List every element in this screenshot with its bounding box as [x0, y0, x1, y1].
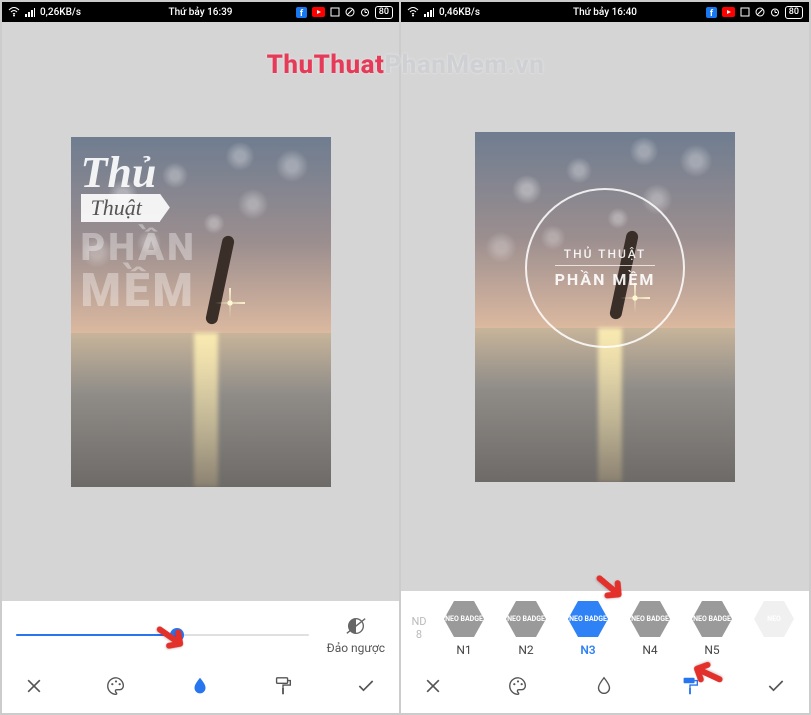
site-watermark: ThuThuatPhanMem.vn — [267, 50, 545, 80]
overlay-line1: Thủ — [81, 147, 197, 198]
box-icon — [740, 7, 750, 17]
droplet-button[interactable] — [593, 675, 615, 697]
battery-level: 80 — [785, 6, 803, 19]
style-badge-n5[interactable]: NEO BADGE N5 — [681, 599, 743, 657]
box-icon — [330, 7, 340, 17]
style-badge-n1[interactable]: NEO BADGE N1 — [433, 599, 495, 657]
style-badge-n2[interactable]: NEO BADGE N2 — [495, 599, 557, 657]
status-bar: 0,26KB/s Thứ bảy 16:39 f 80 — [2, 2, 399, 22]
phone-left: 0,26KB/s Thứ bảy 16:39 f 80 Thủ — [2, 2, 401, 713]
text-overlay[interactable]: Thủ Thuật PHẦN MỀM — [81, 147, 197, 318]
strip-prev-fragment: ND8 — [405, 615, 433, 641]
invert-label: Đảo ngược — [327, 641, 385, 655]
photo: Thủ Thuật PHẦN MỀM — [71, 137, 331, 487]
dnd-icon — [755, 7, 765, 17]
style-badge-next[interactable]: NEO — [743, 599, 805, 657]
facebook-icon: f — [296, 7, 307, 18]
droplet-button[interactable] — [189, 675, 211, 697]
invert-icon — [345, 615, 367, 637]
overlay-line4: MỀM — [81, 264, 197, 318]
overlay-line3: PHẦN — [81, 226, 197, 270]
status-bar: 0,46KB/s Thứ bảy 16:40 f 80 — [401, 2, 809, 22]
editor-canvas[interactable]: THỦ THUẬT PHẦN MỀM — [401, 22, 809, 591]
youtube-icon — [312, 7, 325, 17]
net-speed: 0,26KB/s — [40, 7, 81, 18]
overlay-line1: THỦ THUẬT — [564, 247, 646, 261]
phone-right: 0,46KB/s Thứ bảy 16:40 f 80 THỦ THUẬT — [401, 2, 809, 713]
signal-icon — [25, 7, 35, 17]
net-speed: 0,46KB/s — [439, 7, 480, 18]
watermark-part1: ThuThuat — [267, 50, 385, 80]
facebook-icon: f — [706, 7, 717, 18]
overlay-line2: Thuật — [81, 194, 160, 222]
alarm-icon — [360, 7, 370, 17]
confirm-button[interactable] — [765, 676, 787, 696]
status-clock: Thứ bảy 16:39 — [169, 7, 233, 18]
wifi-icon — [407, 7, 419, 17]
youtube-icon — [722, 7, 735, 17]
palette-button[interactable] — [105, 675, 127, 697]
paint-roller-button[interactable] — [272, 675, 294, 697]
invert-button[interactable]: Đảo ngược — [327, 615, 385, 655]
alarm-icon — [770, 7, 780, 17]
confirm-button[interactable] — [355, 676, 377, 696]
badge-overlay[interactable]: THỦ THUẬT PHẦN MỀM — [525, 188, 685, 348]
status-clock: Thứ bảy 16:40 — [573, 7, 637, 18]
signal-icon — [424, 7, 434, 17]
palette-button[interactable] — [507, 675, 529, 697]
photo: THỦ THUẬT PHẦN MỀM — [475, 132, 735, 482]
close-button[interactable] — [24, 676, 44, 696]
bottom-panel: Đảo ngược — [2, 601, 399, 713]
dnd-icon — [345, 7, 355, 17]
overlay-line2: PHẦN MỀM — [555, 265, 656, 289]
battery-level: 80 — [375, 6, 393, 19]
wifi-icon — [8, 7, 20, 17]
close-button[interactable] — [423, 676, 443, 696]
watermark-part2: PhanMem.vn — [384, 50, 544, 80]
editor-canvas[interactable]: Thủ Thuật PHẦN MỀM — [2, 22, 399, 601]
style-badge-n4[interactable]: NEO BADGE N4 — [619, 599, 681, 657]
